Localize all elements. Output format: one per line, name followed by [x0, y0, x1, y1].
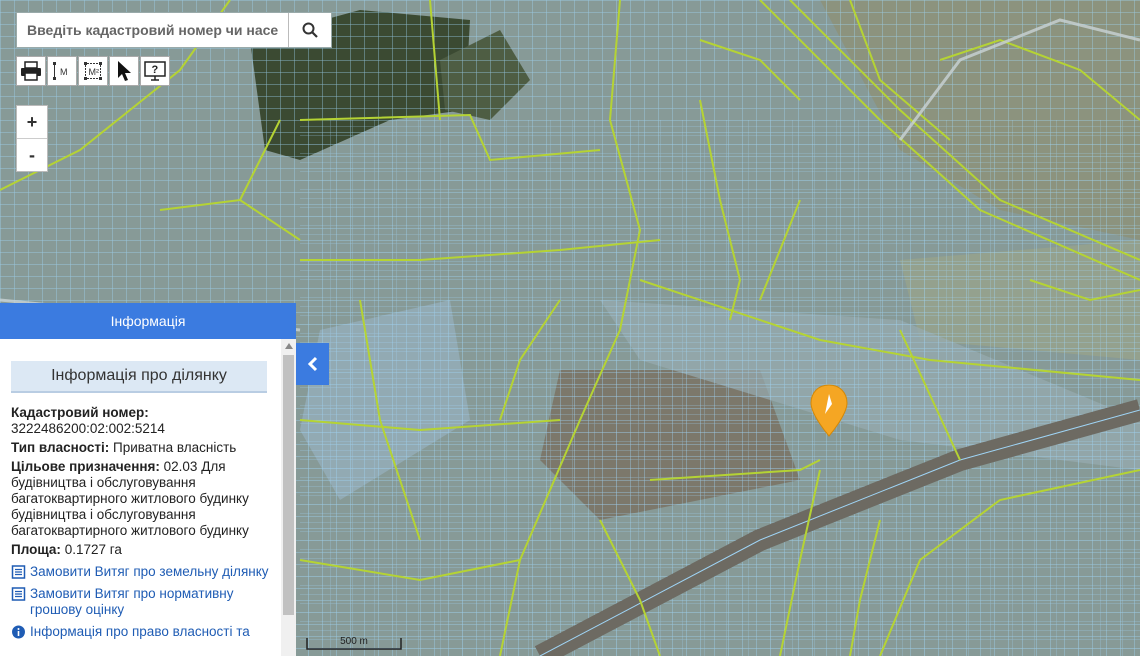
chevron-left-icon — [307, 356, 317, 372]
purpose-row: Цільове призначення: 02.03 Для будівницт… — [11, 459, 270, 539]
measure-area-button[interactable]: M² — [78, 56, 108, 86]
ownership-label: Тип власності: — [11, 440, 110, 455]
search-button[interactable] — [288, 13, 331, 47]
info-panel-header: Інформація — [0, 303, 296, 339]
order-valuation-extract-link[interactable]: Замовити Витяг про нормативну грошову оц… — [11, 586, 270, 618]
collapse-panel-button[interactable] — [296, 343, 329, 385]
search-bar — [16, 12, 332, 48]
area-label: Площа: — [11, 542, 61, 557]
ownership-info-link[interactable]: Інформація про право власності та — [11, 624, 270, 640]
ownership-info-label: Інформація про право власності та — [30, 624, 250, 639]
scroll-thumb[interactable] — [283, 355, 294, 615]
search-input[interactable] — [17, 13, 288, 47]
measure-line-button[interactable]: M — [47, 56, 77, 86]
search-icon — [302, 22, 318, 38]
print-icon — [21, 61, 41, 81]
help-button[interactable]: ? — [140, 56, 170, 86]
scale-label: 500 m — [340, 636, 368, 647]
purpose-label: Цільове призначення: — [11, 459, 160, 474]
zoom-control: + - — [16, 105, 48, 172]
info-panel-body: Інформація про ділянку Кадастровий номер… — [0, 339, 281, 656]
document-icon — [11, 587, 26, 601]
pointer-button[interactable] — [109, 56, 139, 86]
area-row: Площа: 0.1727 га — [11, 542, 270, 558]
panel-scrollbar[interactable] — [281, 339, 296, 656]
print-button[interactable] — [16, 56, 46, 86]
info-panel: Інформація Інформація про ділянку Кадаст… — [0, 303, 296, 656]
order-valuation-extract-label: Замовити Витяг про нормативну грошову оц… — [30, 586, 234, 617]
order-land-extract-label: Замовити Витяг про земельну ділянку — [30, 564, 269, 579]
svg-text:?: ? — [152, 64, 159, 76]
parcel-info-title: Інформація про ділянку — [11, 361, 267, 393]
cadastral-label: Кадастровий номер: — [11, 405, 149, 420]
svg-text:M: M — [60, 67, 68, 77]
map-toolbar: M M² ? — [16, 56, 171, 86]
document-icon — [11, 565, 26, 579]
order-land-extract-link[interactable]: Замовити Витяг про земельну ділянку — [11, 564, 270, 580]
measure-area-icon: M² — [84, 62, 102, 80]
cadastral-row: Кадастровий номер: 3222486200:02:002:521… — [11, 405, 270, 437]
zoom-out-button[interactable]: - — [17, 138, 47, 171]
pointer-icon — [118, 61, 131, 81]
area-value: 0.1727 га — [64, 542, 122, 557]
info-icon — [12, 625, 25, 639]
measure-line-icon: M — [53, 62, 68, 80]
ownership-row: Тип власності: Приватна власність — [11, 440, 270, 456]
cadastral-value: 3222486200:02:002:5214 — [11, 421, 165, 436]
svg-text:M²: M² — [89, 67, 100, 77]
ownership-value: Приватна власність — [113, 440, 237, 455]
scale-bar: 500 m — [306, 636, 402, 650]
scroll-up-arrow-icon[interactable] — [281, 339, 296, 353]
zoom-in-button[interactable]: + — [17, 106, 47, 138]
help-icon: ? — [144, 61, 166, 81]
